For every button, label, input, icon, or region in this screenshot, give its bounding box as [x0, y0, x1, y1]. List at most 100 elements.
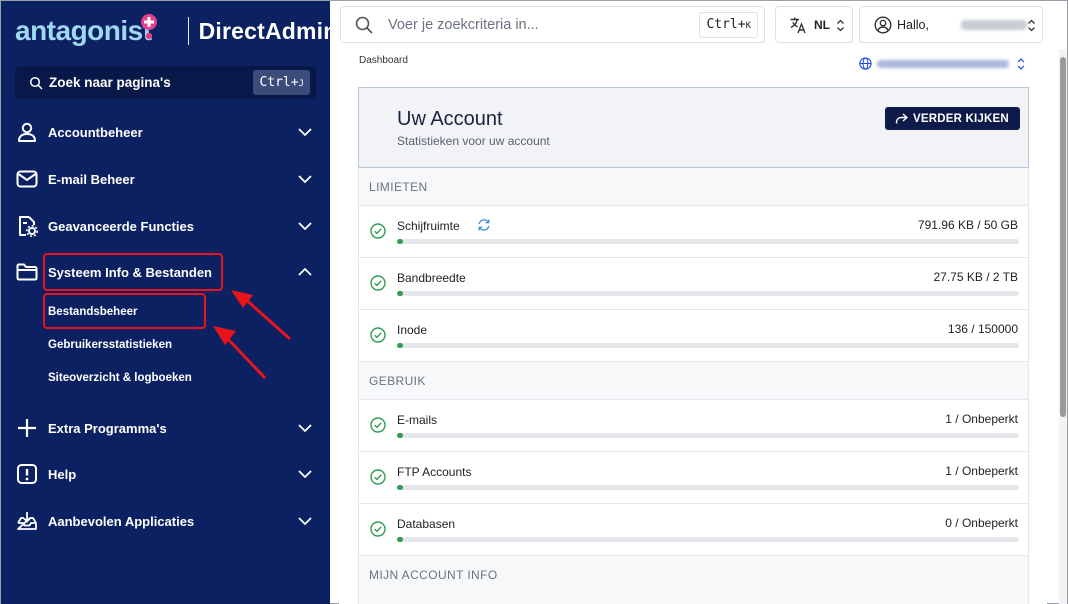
check-circle-icon: [370, 469, 386, 485]
arrow-annotation-icon: [213, 326, 267, 380]
user-greeting: Hallo,: [897, 18, 929, 32]
translate-icon: [790, 17, 806, 34]
global-search-shortcut: Ctrl+K: [699, 12, 758, 38]
user-menu[interactable]: Hallo,: [859, 6, 1043, 43]
stat-value: 27.75 KB / 2 TB: [933, 270, 1019, 284]
chevron-down-icon: [298, 222, 312, 231]
folder-icon: [16, 263, 38, 281]
stat-label: Databasen: [397, 517, 456, 531]
top-bar: Voer je zoekcriteria in... Ctrl+K NL Hal…: [330, 1, 1068, 49]
check-circle-icon: [370, 327, 386, 343]
usage-progress-bar: [397, 239, 1019, 244]
sidebar-item-geavanceerde-functies[interactable]: Geavanceerde Functies: [1, 206, 330, 246]
sidebar-subitem-siteoverzicht-logboeken[interactable]: Siteoverzicht & logboeken: [48, 372, 192, 384]
highlight-box-systeem-info: [43, 253, 223, 291]
main-scrollbar[interactable]: [1059, 49, 1067, 604]
section-header-mijn-account-info: MIJN ACCOUNT INFO: [358, 556, 1029, 604]
stat-row-emails: E-mails 1 / Onbeperkt: [358, 400, 1029, 452]
stat-value: 1 / Onbeperkt: [945, 412, 1018, 426]
arrow-annotation-icon: [231, 290, 291, 341]
sidebar-search-label: Zoek naar pagina's: [49, 75, 171, 90]
check-circle-icon: [370, 223, 386, 239]
dashboard-main: Dashboard Uw Account Statistieken voor u…: [339, 49, 1047, 604]
check-circle-icon: [370, 417, 386, 433]
verder-kijken-label: VERDER KIJKEN: [913, 112, 1009, 125]
sidebar-item-extra-programmas[interactable]: Extra Programma's: [1, 408, 330, 448]
antagonist-logo: antagonist: [15, 15, 152, 46]
sidebar-item-help[interactable]: Help: [1, 454, 330, 494]
stat-label: Inode: [397, 323, 428, 337]
sidebar-item-label: E-mail Beheer: [48, 171, 135, 187]
select-updown-icon: [1017, 58, 1025, 70]
select-updown-icon: [1028, 19, 1035, 32]
globe-icon: [859, 57, 872, 70]
apps-tray-icon: [17, 512, 37, 530]
stat-row-schijfruimte: Schijfruimte 791.96 KB / 50 GB: [358, 206, 1029, 258]
brand-divider: [187, 17, 189, 45]
stat-row-databasen: Databasen 0 / Onbeperkt: [358, 504, 1029, 556]
stat-label: E-mails: [397, 413, 438, 427]
select-updown-icon: [837, 19, 844, 32]
account-card: Uw Account Statistieken voor uw account …: [358, 87, 1029, 168]
stat-row-inode: Inode 136 / 150000: [358, 310, 1029, 362]
help-icon: [17, 464, 37, 484]
sidebar-subitem-gebruikersstatistieken[interactable]: Gebruikersstatistieken: [48, 339, 172, 351]
stat-label: Bandbreedte: [397, 271, 466, 285]
scrollbar-thumb[interactable]: [1060, 57, 1066, 417]
language-value: NL: [814, 18, 830, 32]
chevron-up-icon: [298, 267, 312, 276]
domain-select[interactable]: [859, 57, 1029, 71]
usage-progress-fill: [397, 537, 404, 542]
sidebar-item-accountbeheer[interactable]: Accountbeheer: [1, 112, 330, 152]
language-select[interactable]: NL: [775, 6, 853, 43]
breadcrumb[interactable]: Dashboard: [359, 55, 408, 66]
username-redacted: [961, 20, 1027, 30]
sidebar-item-label: Accountbeheer: [48, 124, 143, 140]
usage-progress-fill: [397, 485, 404, 490]
sidebar-item-label: Help: [48, 466, 77, 482]
stat-label: Schijfruimte: [397, 219, 460, 233]
search-icon: [355, 16, 373, 34]
section-header-gebruik: GEBRUIK: [358, 362, 1029, 400]
sidebar-item-aanbevolen-applicaties[interactable]: Aanbevolen Applicaties: [1, 501, 330, 541]
usage-progress-bar: [397, 433, 1019, 438]
search-icon: [29, 76, 43, 90]
account-title: Uw Account: [397, 108, 503, 130]
check-circle-icon: [370, 275, 386, 291]
chevron-down-icon: [298, 175, 312, 184]
usage-progress-fill: [397, 239, 404, 244]
sidebar-search[interactable]: Zoek naar pagina's Ctrl+J: [15, 66, 316, 99]
plus-icon: [18, 419, 36, 437]
sidebar-item-email-beheer[interactable]: E-mail Beheer: [1, 159, 330, 199]
sidebar-item-label: Geavanceerde Functies: [48, 218, 194, 234]
chevron-down-icon: [298, 424, 312, 433]
share-arrow-icon: [895, 113, 908, 124]
refresh-icon[interactable]: [477, 218, 491, 232]
brand-logo[interactable]: antagonist DirectAdmin: [15, 13, 338, 49]
stat-value: 136 / 150000: [947, 322, 1018, 336]
account-subtitle: Statistieken voor uw account: [397, 134, 550, 148]
sidebar-search-shortcut: Ctrl+J: [253, 70, 310, 95]
global-search-input[interactable]: Voer je zoekcriteria in... Ctrl+K: [340, 6, 765, 43]
domain-redacted: [877, 60, 1009, 68]
logo-flower-icon: [139, 13, 159, 46]
usage-progress-bar: [397, 485, 1019, 490]
chevron-down-icon: [298, 128, 312, 137]
stat-value: 0 / Onbeperkt: [945, 516, 1018, 530]
directadmin-logo: DirectAdmin: [198, 17, 338, 44]
user-circle-icon: [874, 16, 892, 34]
stat-label: FTP Accounts: [397, 465, 472, 479]
highlight-box-bestandsbeheer: [43, 293, 206, 329]
usage-progress-fill: [397, 291, 404, 296]
usage-progress-bar: [397, 343, 1019, 348]
usage-progress-bar: [397, 291, 1019, 296]
verder-kijken-button[interactable]: VERDER KIJKEN: [885, 107, 1020, 130]
check-circle-icon: [370, 521, 386, 537]
section-label: LIMIETEN: [369, 180, 428, 194]
section-label: MIJN ACCOUNT INFO: [369, 568, 498, 582]
stat-value: 791.96 KB / 50 GB: [917, 218, 1018, 232]
chevron-down-icon: [298, 517, 312, 526]
stat-value: 1 / Onbeperkt: [945, 464, 1018, 478]
user-icon: [18, 122, 36, 142]
usage-progress-fill: [397, 433, 404, 438]
